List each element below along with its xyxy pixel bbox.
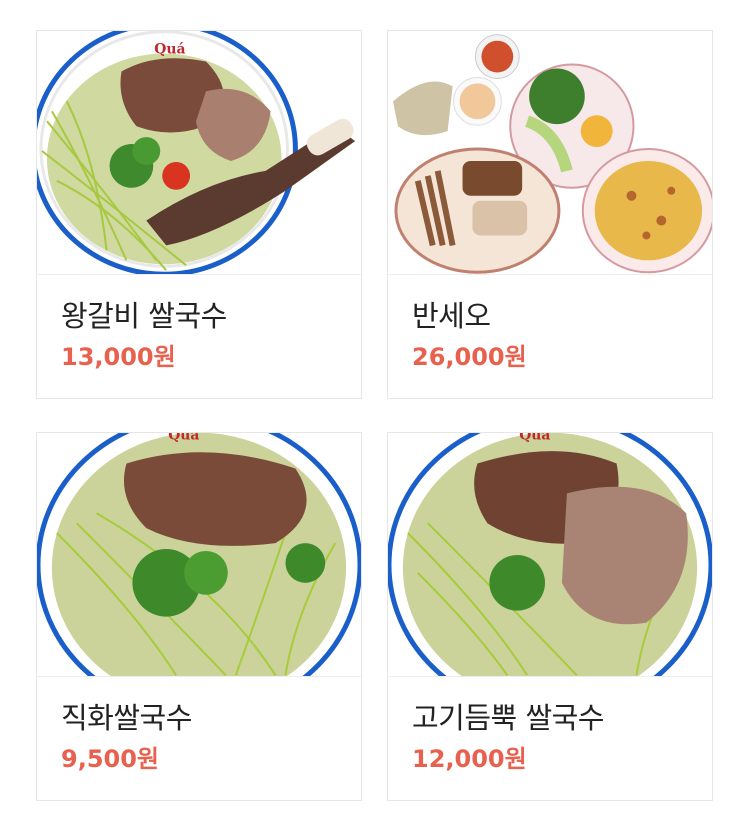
menu-grid: Quá 왕갈비 쌀국수 13,000원 반세오 26,000원 Quá 직화쌀국… [36, 30, 713, 801]
menu-item-price: 9,500원 [61, 745, 159, 773]
menu-item-name: 왕갈비 쌀국수 [61, 299, 227, 333]
menu-item-name: 반세오 [412, 299, 491, 333]
menu-card-gogi-deumppuk-pho[interactable]: Quá 고기듬뿍 쌀국수 12,000원 [387, 432, 713, 801]
bowl-brand-text: Quá [519, 433, 550, 444]
bowl-brand-text: Quá [154, 42, 185, 58]
extra-meat-pho-photo: Quá [388, 433, 712, 677]
menu-item-price: 13,000원 [61, 343, 176, 371]
menu-card-jikhwa-pho[interactable]: Quá 직화쌀국수 9,500원 [36, 432, 362, 801]
menu-item-price: 12,000원 [412, 745, 527, 773]
menu-card-wanggalbi-pho[interactable]: Quá 왕갈비 쌀국수 13,000원 [36, 30, 362, 399]
beef-rib-pho-photo: Quá [37, 31, 361, 275]
bowl-brand-text: Quá [168, 433, 199, 444]
menu-item-name: 고기듬뿍 쌀국수 [412, 701, 604, 735]
menu-card-banh-xeo[interactable]: 반세오 26,000원 [387, 30, 713, 399]
menu-item-price: 26,000원 [412, 343, 527, 371]
grilled-beef-pho-photo: Quá [37, 433, 361, 677]
menu-item-name: 직화쌀국수 [61, 701, 192, 735]
banh-xeo-platter-photo [388, 31, 712, 275]
